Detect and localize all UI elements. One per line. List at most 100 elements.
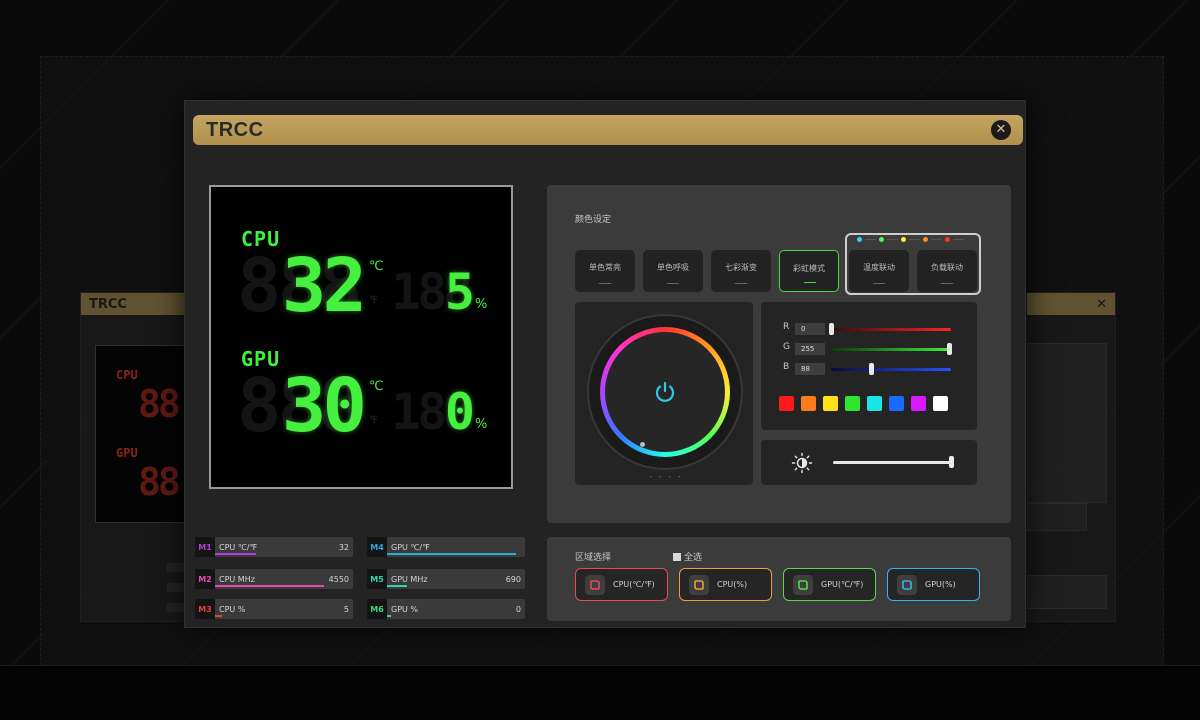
metric-tag: M4 (367, 537, 387, 557)
blue-value-field[interactable]: 88 (795, 363, 825, 375)
green-label: G (783, 342, 790, 352)
zone-button-1[interactable]: CPU(%) (679, 568, 772, 601)
color-wheel-bezel (587, 314, 743, 470)
metric-label: GPU ℃/℉ (391, 542, 430, 552)
backdrop-floor (0, 665, 1200, 720)
metric-label: GPU % (391, 604, 419, 614)
color-swatch[interactable] (801, 396, 816, 411)
gpu-temp-unit: ℃ (369, 379, 384, 394)
zone-button-label: GPU(%) (925, 580, 956, 589)
mode-button-load-linked[interactable]: 负载联动 (917, 250, 977, 292)
color-swatch[interactable] (867, 396, 882, 411)
metric-label: CPU ℃/℉ (219, 542, 258, 552)
select-all-toggle[interactable]: 全选 (673, 550, 702, 563)
mode-button-solid[interactable]: 单色常亮 (575, 250, 635, 292)
cpu-temp-display: 888 32 (237, 243, 367, 329)
color-swatch[interactable] (933, 396, 948, 411)
background-gpu-label: GPU (116, 446, 138, 460)
zone-button-0[interactable]: CPU(℃/℉) (575, 568, 668, 601)
mode-button-rainbow[interactable]: 彩虹模式 (779, 250, 839, 292)
legend-line (887, 239, 898, 240)
brightness-slider-thumb[interactable] (949, 456, 954, 468)
green-value-field[interactable]: 255 (795, 343, 825, 355)
metric-bar (387, 585, 407, 587)
metric-value: 4550 (328, 574, 349, 584)
metric-value: 5 (343, 604, 349, 614)
metric-row-m5[interactable]: M5 GPU MHz 690 (367, 569, 525, 589)
fan-icon (585, 574, 605, 595)
zone-button-2[interactable]: GPU(℃/℉) (783, 568, 876, 601)
fan-icon (897, 574, 917, 595)
color-swatch[interactable] (779, 396, 794, 411)
gpu-usage-value: 0 (444, 383, 475, 441)
legend-line (931, 239, 942, 240)
zone-button-3[interactable]: GPU(%) (887, 568, 980, 601)
zone-selection-title: 区域选择 (575, 553, 612, 563)
color-settings-title: 颜色设定 (575, 215, 612, 225)
power-icon[interactable] (653, 380, 677, 404)
green-slider[interactable] (831, 348, 951, 351)
brightness-slider[interactable] (833, 461, 953, 464)
rgb-panel: R 0 G 255 B 88 (761, 302, 977, 430)
cpu-temp-value: 32 (281, 243, 367, 329)
metric-row-m4[interactable]: M4 GPU ℃/℉ (367, 537, 525, 557)
zone-button-label: GPU(℃/℉) (821, 580, 864, 589)
legend-color-dot (879, 237, 884, 242)
blue-slider[interactable] (831, 368, 951, 371)
cpu-temp-unit: ℃ (369, 259, 384, 274)
window-titlebar[interactable]: TRCC ✕ (193, 115, 1023, 145)
mode-label: 单色呼吸 (657, 263, 689, 272)
metric-bar (387, 553, 516, 555)
background-zone-panel (1027, 575, 1107, 609)
background-window-title: TRCC (89, 296, 127, 312)
lcd-preview: CPU 888 32 ℃ ℉ 188 5 % GPU 888 30 ℃ ℉ 18… (209, 185, 513, 489)
metric-row-m1[interactable]: M1 CPU ℃/℉ 32 (195, 537, 353, 557)
select-all-checkbox[interactable] (673, 552, 681, 561)
background-window-right: ✕ (1026, 292, 1116, 622)
trcc-window: TRCC ✕ CPU 888 32 ℃ ℉ 188 5 % GPU 888 30… (184, 100, 1026, 628)
fan-icon (793, 574, 813, 595)
mode-label: 彩虹模式 (793, 264, 825, 273)
color-swatch[interactable] (911, 396, 926, 411)
background-window-titlebar: ✕ (1027, 293, 1115, 315)
red-slider-thumb[interactable] (829, 323, 834, 335)
metric-row-m2[interactable]: M2 CPU MHz 4550 (195, 569, 353, 589)
rgb-row-green: G 255 (783, 342, 963, 356)
mode-button-temp-linked[interactable]: 温度联动 (849, 250, 909, 292)
red-slider[interactable] (831, 328, 951, 331)
blue-label: B (783, 362, 790, 372)
zone-button-label: CPU(℃/℉) (613, 580, 655, 589)
gpu-usage-display: 188 0 (391, 383, 475, 441)
metric-label: CPU % (219, 604, 246, 614)
color-wheel[interactable] (600, 327, 730, 457)
metric-row-m3[interactable]: M3 CPU % 5 (195, 599, 353, 619)
color-swatch[interactable] (889, 396, 904, 411)
metric-value: 32 (338, 542, 349, 552)
metric-tag: M3 (195, 599, 215, 619)
select-all-label: 全选 (684, 553, 703, 563)
close-button[interactable]: ✕ (991, 120, 1011, 140)
metric-bar (215, 585, 324, 587)
color-swatch[interactable] (845, 396, 860, 411)
metric-row-m6[interactable]: M6 GPU % 0 (367, 599, 525, 619)
green-slider-thumb[interactable] (947, 343, 952, 355)
blue-slider-thumb[interactable] (869, 363, 874, 375)
background-window-titlebar: TRCC (81, 293, 189, 315)
mode-button-breathing[interactable]: 单色呼吸 (643, 250, 703, 292)
rgb-row-red: R 0 (783, 322, 963, 336)
linkage-legend-dots (857, 237, 964, 242)
background-window-lcd: CPU 88 GPU 88 (95, 345, 191, 523)
background-cpu-label: CPU (116, 368, 138, 382)
close-icon: ✕ (995, 122, 1007, 137)
metric-label: GPU MHz (391, 574, 428, 584)
background-window-left: TRCC CPU 88 GPU 88 (80, 292, 267, 622)
color-wheel-panel: • • • • (575, 302, 753, 485)
background-color-panel (1027, 343, 1107, 503)
mode-button-gradient[interactable]: 七彩渐变 (711, 250, 771, 292)
red-value-field[interactable]: 0 (795, 323, 825, 335)
close-icon: ✕ (1096, 296, 1107, 312)
color-swatch[interactable] (823, 396, 838, 411)
color-wheel-handle[interactable] (640, 442, 645, 447)
fan-icon (689, 574, 709, 595)
gpu-temp-display: 888 30 (237, 369, 367, 443)
